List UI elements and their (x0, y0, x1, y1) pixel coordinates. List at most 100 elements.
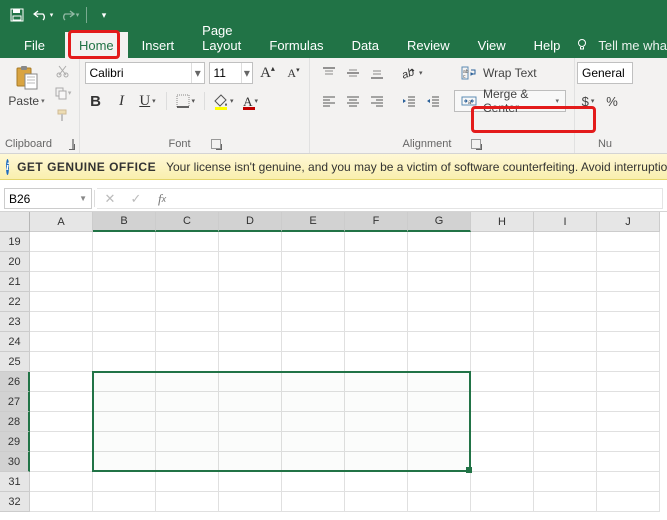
cell[interactable] (93, 332, 156, 352)
cell[interactable] (30, 432, 93, 452)
cell[interactable] (345, 372, 408, 392)
cell[interactable] (156, 432, 219, 452)
cell[interactable] (282, 352, 345, 372)
cell[interactable] (471, 372, 534, 392)
cell[interactable] (282, 272, 345, 292)
align-middle-button[interactable] (342, 62, 364, 84)
chevron-down-icon[interactable]: ▼ (75, 194, 87, 203)
cell[interactable] (345, 472, 408, 492)
cell[interactable] (345, 432, 408, 452)
cell[interactable] (471, 432, 534, 452)
cell[interactable] (219, 392, 282, 412)
tab-view[interactable]: View (464, 32, 520, 58)
cell[interactable] (534, 232, 597, 252)
number-format-combo[interactable] (577, 62, 633, 84)
cell[interactable] (345, 392, 408, 412)
number-format-input[interactable] (578, 66, 632, 80)
cell[interactable] (30, 492, 93, 512)
cell[interactable] (93, 392, 156, 412)
column-header[interactable]: G (408, 212, 471, 232)
merge-center-button[interactable]: a Merge & Center ▾ (454, 90, 566, 112)
bold-button[interactable]: B (85, 90, 107, 112)
cell[interactable] (534, 272, 597, 292)
cell[interactable] (408, 352, 471, 372)
row-header[interactable]: 21 (0, 272, 30, 292)
cell[interactable] (219, 292, 282, 312)
tab-page-layout[interactable]: Page Layout (188, 17, 255, 58)
cell[interactable] (597, 292, 660, 312)
cell[interactable] (597, 392, 660, 412)
cell[interactable] (408, 432, 471, 452)
font-name-combo[interactable]: ▾ (85, 62, 205, 84)
cell[interactable] (282, 432, 345, 452)
cell[interactable] (408, 392, 471, 412)
cell[interactable] (156, 452, 219, 472)
column-header[interactable]: C (156, 212, 219, 232)
cell[interactable] (282, 312, 345, 332)
cell[interactable] (156, 292, 219, 312)
row-header[interactable]: 26 (0, 372, 30, 392)
cell[interactable] (282, 372, 345, 392)
cell[interactable] (219, 272, 282, 292)
cell[interactable] (219, 252, 282, 272)
cell[interactable] (471, 412, 534, 432)
cell[interactable] (597, 432, 660, 452)
cell[interactable] (219, 472, 282, 492)
cell[interactable] (534, 492, 597, 512)
cell[interactable] (93, 252, 156, 272)
cancel-formula-button[interactable]: ✕ (97, 189, 123, 208)
cell[interactable] (30, 472, 93, 492)
cell[interactable] (156, 392, 219, 412)
cell[interactable] (30, 232, 93, 252)
cell[interactable] (408, 332, 471, 352)
cell[interactable] (93, 452, 156, 472)
tab-file[interactable]: File (10, 32, 65, 58)
select-all-corner[interactable] (0, 212, 30, 232)
cell[interactable] (282, 492, 345, 512)
cell[interactable] (534, 452, 597, 472)
cell[interactable] (30, 312, 93, 332)
cell[interactable] (282, 472, 345, 492)
cell[interactable] (471, 312, 534, 332)
row-header[interactable]: 22 (0, 292, 30, 312)
column-header[interactable]: B (93, 212, 156, 232)
cell[interactable] (471, 472, 534, 492)
cell[interactable] (408, 492, 471, 512)
cell[interactable] (471, 232, 534, 252)
cell[interactable] (534, 472, 597, 492)
row-header[interactable]: 29 (0, 432, 30, 452)
column-header[interactable]: J (597, 212, 660, 232)
name-box[interactable]: ▼ (4, 188, 92, 209)
cell[interactable] (282, 412, 345, 432)
cell[interactable] (597, 372, 660, 392)
column-header[interactable]: F (345, 212, 408, 232)
cell[interactable] (534, 332, 597, 352)
cell[interactable] (156, 372, 219, 392)
cell[interactable] (408, 472, 471, 492)
cell[interactable] (93, 312, 156, 332)
cell[interactable] (219, 412, 282, 432)
copy-button[interactable]: ▾ (53, 84, 73, 102)
column-header[interactable]: E (282, 212, 345, 232)
cell[interactable] (93, 492, 156, 512)
cell[interactable] (93, 292, 156, 312)
cell[interactable] (408, 312, 471, 332)
cell[interactable] (93, 472, 156, 492)
cell[interactable] (219, 452, 282, 472)
cell[interactable] (345, 452, 408, 472)
cell[interactable] (156, 332, 219, 352)
cell[interactable] (30, 372, 93, 392)
cell[interactable] (345, 492, 408, 512)
cell[interactable] (156, 232, 219, 252)
font-color-button[interactable]: A ▾ (240, 90, 262, 112)
cell[interactable] (471, 352, 534, 372)
row-header[interactable]: 30 (0, 452, 30, 472)
orientation-button[interactable]: ab ▾ (398, 62, 425, 84)
cell[interactable] (471, 492, 534, 512)
borders-button[interactable]: ▾ (174, 90, 198, 112)
cell[interactable] (156, 352, 219, 372)
row-header[interactable]: 25 (0, 352, 30, 372)
cell[interactable] (597, 332, 660, 352)
cell[interactable] (30, 452, 93, 472)
cell[interactable] (30, 292, 93, 312)
